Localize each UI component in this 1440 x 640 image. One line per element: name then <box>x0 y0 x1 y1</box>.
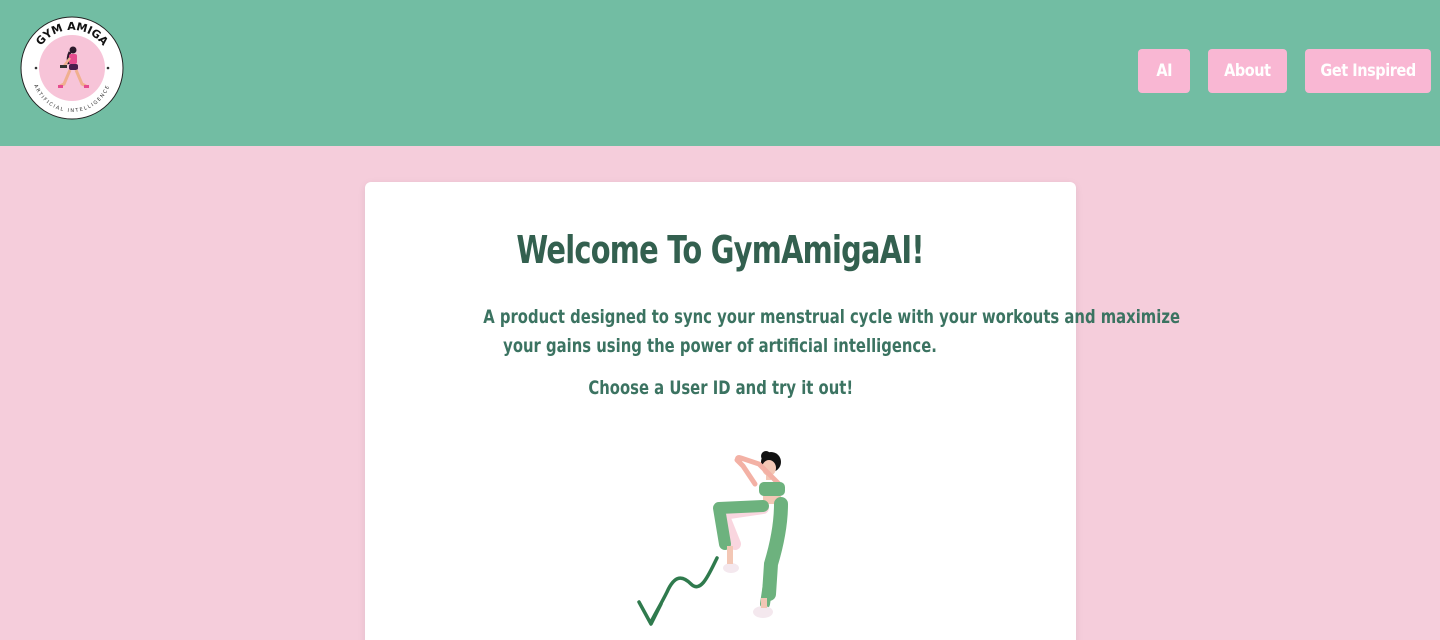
page-title: Welcome To GymAmigaAI! <box>516 228 925 272</box>
nav-get-inspired-button[interactable]: Get Inspired <box>1305 49 1431 93</box>
woman-exercising-illustration <box>637 451 788 626</box>
gym-amiga-logo[interactable]: GYM AMIGA ARTIFICIAL INTELLIGENCE <box>20 16 124 120</box>
call-to-action-text: Choose a User ID and try it out! <box>588 377 853 399</box>
woman-exercising-high-knee-icon <box>713 451 788 618</box>
welcome-card: Welcome To GymAmigaAI! A product designe… <box>365 182 1181 640</box>
squiggle-down-arrow-icon <box>637 556 719 626</box>
nav-ai-button[interactable]: AI <box>1138 49 1190 93</box>
site-header: GYM AMIGA ARTIFICIAL INTELLIGENCE AI Abo… <box>0 0 1440 146</box>
nav-about-button[interactable]: About <box>1208 49 1287 93</box>
product-description: A product designed to sync your menstrua… <box>483 306 1181 357</box>
